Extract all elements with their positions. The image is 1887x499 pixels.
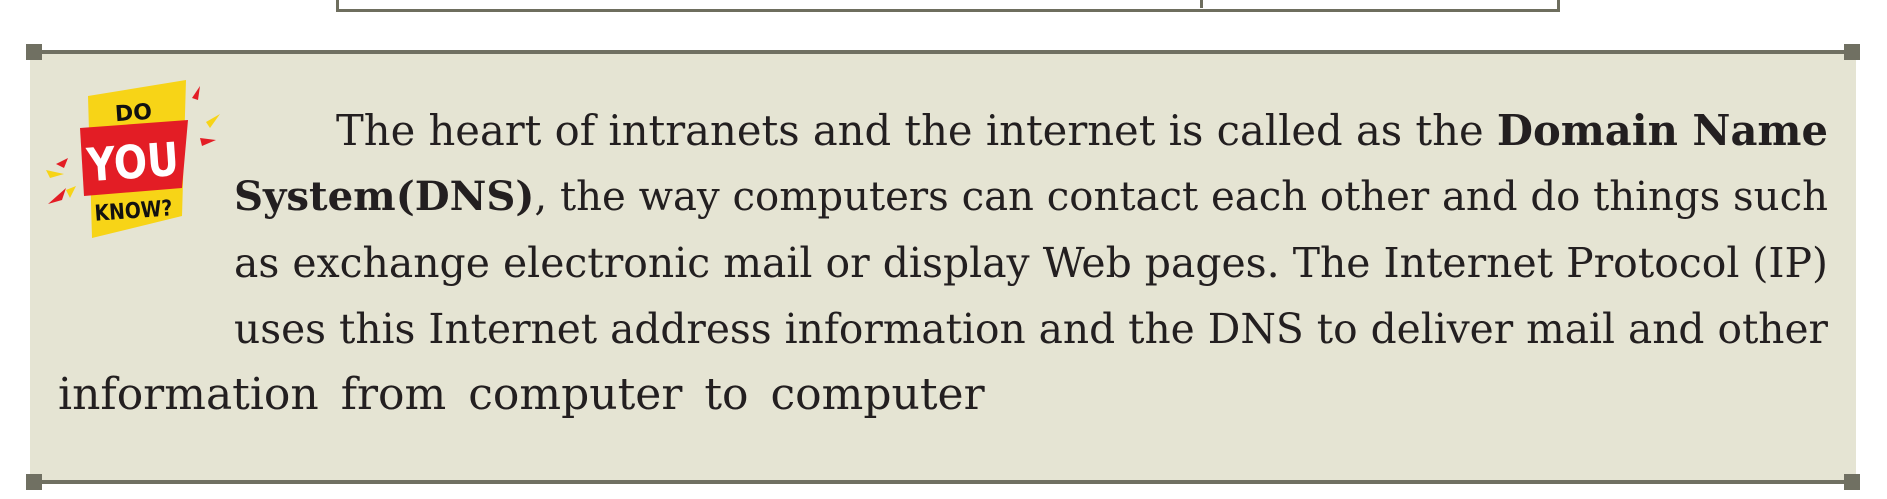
paragraph-line-4: uses this Internet address information a…	[234, 305, 1828, 353]
previous-table-divider	[1200, 0, 1203, 8]
previous-table-bottom	[336, 0, 1560, 12]
box-bottom-rule	[30, 480, 1856, 484]
corner-square-bottom-left	[26, 474, 42, 490]
term-domain-name: Domain Name	[1496, 106, 1828, 155]
paragraph-line-1: The heart of intranets and the internet …	[336, 98, 1828, 164]
paragraph-line-5: information from computer to computer	[58, 369, 985, 420]
corner-square-top-right	[1844, 44, 1860, 60]
term-system-dns: System(DNS)	[234, 173, 535, 220]
box-top-rule	[30, 50, 1856, 54]
dns-paragraph: The heart of intranets and the internet …	[58, 98, 1828, 428]
paragraph-line-2: System(DNS), the way computers can conta…	[234, 164, 1828, 230]
paragraph-line-3: as exchange electronic mail or display W…	[234, 239, 1828, 287]
corner-square-bottom-right	[1844, 474, 1860, 490]
paragraph-line-2-text: , the way computers can contact each oth…	[534, 174, 1828, 220]
paragraph-line-1-text: The heart of intranets and the internet …	[336, 106, 1484, 155]
corner-square-top-left	[26, 44, 42, 60]
